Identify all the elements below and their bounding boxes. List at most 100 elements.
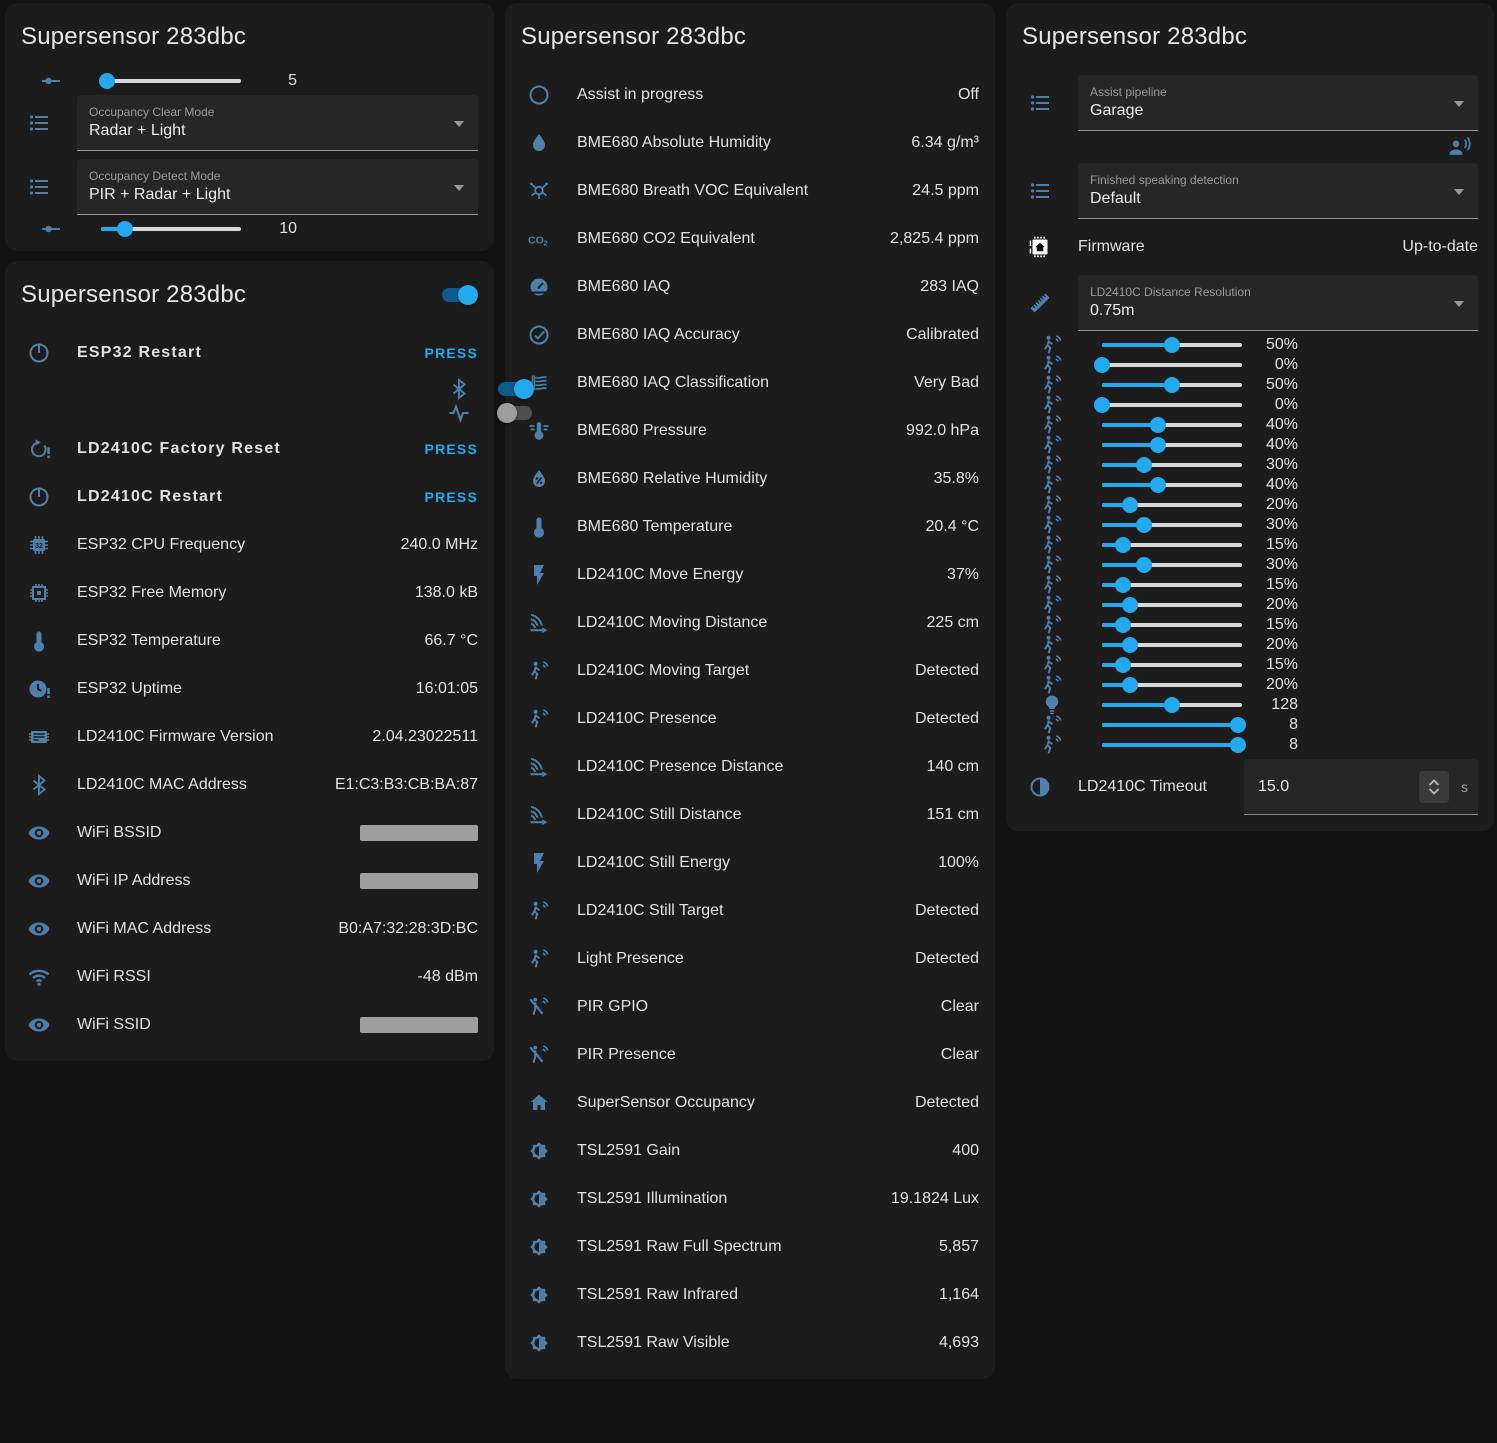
slider[interactable]: [1102, 415, 1242, 435]
toggle-thumb[interactable]: [497, 403, 517, 423]
slider-thumb[interactable]: [1094, 397, 1110, 413]
slider[interactable]: [1102, 595, 1242, 615]
row-ld2410c-gate0-still-thres[interactable]: LD2410C Gate0 Still Thres…0%: [1034, 355, 1174, 375]
row-bme680-iaq-accuracy[interactable]: BME680 IAQ AccuracyCalibrated: [521, 311, 979, 359]
select-field[interactable]: Occupancy Detect ModePIR + Radar + Light: [77, 159, 478, 215]
row-pir-gpio[interactable]: PIR GPIOClear: [521, 983, 979, 1031]
slider[interactable]: [1102, 555, 1242, 575]
slider-thumb[interactable]: [1150, 477, 1166, 493]
row-ld2410c-gate7-still-thres[interactable]: LD2410C Gate7 Still Thres…20%: [1034, 635, 1174, 655]
row-esp32-free-memory[interactable]: ESP32 Free Memory138.0 kB: [21, 569, 478, 617]
row-bme680-iaq-classification[interactable]: BME680 IAQ ClassificationVery Bad: [521, 359, 979, 407]
slider-thumb[interactable]: [1136, 557, 1152, 573]
slider[interactable]: [1102, 635, 1242, 655]
row-ld2410c-restart[interactable]: LD2410C RestartPRESS: [21, 473, 478, 521]
row-ld2410c-gate6-move-thr[interactable]: LD2410C Gate6 Move Thr…15%: [1034, 575, 1174, 595]
slider-track[interactable]: [101, 79, 241, 83]
select-field[interactable]: Occupancy Clear ModeRadar + Light: [77, 95, 478, 151]
row-wifi-rssi[interactable]: WiFi RSSI-48 dBm: [21, 953, 478, 1001]
row-ld2410c-gate1-still-thres[interactable]: LD2410C Gate1 Still Thres…0%: [1034, 395, 1174, 415]
slider-track[interactable]: [1102, 403, 1242, 407]
row-light-presence[interactable]: Light PresenceDetected: [521, 935, 979, 983]
row-ld2410c-gate0-move-thr[interactable]: LD2410C Gate0 Move Thr…50%: [1034, 335, 1174, 355]
slider-thumb[interactable]: [1230, 737, 1246, 753]
row-assist-pipeline[interactable]: Assist pipelineGarage: [1022, 71, 1478, 135]
row-tsl2591-raw-infrared[interactable]: TSL2591 Raw Infrared1,164: [521, 1271, 979, 1319]
row-ld2410c-gate2-still-thres[interactable]: LD2410C Gate2 Still Thres…40%: [1034, 435, 1174, 455]
press-button[interactable]: PRESS: [425, 345, 478, 361]
slider[interactable]: [1102, 375, 1242, 395]
row-pir-presence[interactable]: PIR PresenceClear: [521, 1031, 979, 1079]
row-ld2410c-gate4-still-thres[interactable]: LD2410C Gate4 Still Thres…30%: [1034, 515, 1174, 535]
row-ld2410c-light-threshold[interactable]: LD2410C Light Threshold128: [1034, 695, 1174, 715]
slider[interactable]: [101, 219, 241, 239]
row-pir-hold-time[interactable]: PIR Hold Time10: [33, 219, 173, 239]
slider-track[interactable]: [1102, 363, 1242, 367]
row-ld2410c-gate1-move-thr[interactable]: LD2410C Gate1 Move Thr…50%: [1034, 375, 1174, 395]
press-button[interactable]: PRESS: [425, 441, 478, 457]
slider-thumb[interactable]: [1164, 697, 1180, 713]
slider-thumb[interactable]: [1122, 497, 1138, 513]
row-light-presence-threshold[interactable]: Light Presence Threshold5: [33, 71, 173, 91]
slider-thumb[interactable]: [99, 73, 115, 89]
slider-thumb[interactable]: [1230, 717, 1246, 733]
row-tsl2591-illumination[interactable]: TSL2591 Illumination19.1824 Lux: [521, 1175, 979, 1223]
slider[interactable]: [1102, 675, 1242, 695]
row-wifi-ip-address[interactable]: WiFi IP Address: [21, 857, 478, 905]
row-esp32-temperature[interactable]: ESP32 Temperature66.7 °C: [21, 617, 478, 665]
row-firmware[interactable]: FirmwareUp-to-date: [1022, 223, 1478, 271]
row-ld2410c-presence-distance[interactable]: LD2410C Presence Distance140 cm: [521, 743, 979, 791]
slider-thumb[interactable]: [1115, 657, 1131, 673]
slider[interactable]: [1102, 495, 1242, 515]
row-ld2410c-engineering-mode[interactable]: LD2410C Engineering Mode: [441, 401, 478, 425]
row-tsl2591-raw-visible[interactable]: TSL2591 Raw Visible4,693: [521, 1319, 979, 1367]
row-ld2410c-gate3-still-thres[interactable]: LD2410C Gate3 Still Thres…40%: [1034, 475, 1174, 495]
slider-thumb[interactable]: [117, 221, 133, 237]
slider[interactable]: [1102, 515, 1242, 535]
row-ld2410c-presence[interactable]: LD2410C PresenceDetected: [521, 695, 979, 743]
row-esp32-restart[interactable]: ESP32 RestartPRESS: [21, 329, 478, 377]
slider-thumb[interactable]: [1115, 537, 1131, 553]
row-tsl2591-gain[interactable]: TSL2591 Gain400: [521, 1127, 979, 1175]
row-ld2410c-bluetooth[interactable]: LD2410C Bluetooth: [441, 377, 478, 401]
slider[interactable]: [101, 71, 241, 91]
slider[interactable]: [1102, 475, 1242, 495]
slider-thumb[interactable]: [1136, 517, 1152, 533]
row-bme680-breath-voc-equivalent[interactable]: BME680 Breath VOC Equivalent24.5 ppm: [521, 167, 979, 215]
slider[interactable]: [1102, 335, 1242, 355]
row-supersensor-occupancy[interactable]: SuperSensor OccupancyDetected: [521, 1079, 979, 1127]
row-ld2410c-still-distance[interactable]: LD2410C Still Distance151 cm: [521, 791, 979, 839]
slider[interactable]: [1102, 715, 1242, 735]
slider-thumb[interactable]: [1150, 417, 1166, 433]
row-occupancy-detect-mode[interactable]: Occupancy Detect ModePIR + Radar + Light: [21, 155, 478, 219]
row-ld2410c-gate5-move-thr[interactable]: LD2410C Gate5 Move Thr…15%: [1034, 535, 1174, 555]
row-ld2410c-mac-address[interactable]: LD2410C MAC AddressE1:C3:B3:CB:BA:87: [21, 761, 478, 809]
stepper-icon[interactable]: [1419, 771, 1449, 803]
slider-thumb[interactable]: [1164, 377, 1180, 393]
row-finished-speaking-detection[interactable]: Finished speaking detectionDefault: [1022, 159, 1478, 223]
number-input[interactable]: 15.0s: [1244, 759, 1478, 815]
device-enabled-toggle[interactable]: [441, 283, 478, 307]
row-esp32-uptime[interactable]: ESP32 Uptime16:01:05: [21, 665, 478, 713]
slider-thumb[interactable]: [1115, 577, 1131, 593]
row-ld2410c-gate4-move-thr[interactable]: LD2410C Gate4 Move Thr…20%: [1034, 495, 1174, 515]
row-ld2410c-distance-resolution[interactable]: LD2410C Distance Resolution0.75m: [1022, 271, 1478, 335]
row-bme680-pressure[interactable]: BME680 Pressure992.0 hPa: [521, 407, 979, 455]
slider[interactable]: [1102, 455, 1242, 475]
row-ld2410c-timeout[interactable]: LD2410C Timeout15.0s: [1022, 755, 1478, 819]
row-bme680-temperature[interactable]: BME680 Temperature20.4 °C: [521, 503, 979, 551]
row-bme680-iaq[interactable]: BME680 IAQ283 IAQ: [521, 263, 979, 311]
row-ld2410c-gate2-move-thr[interactable]: LD2410C Gate2 Move Thr…40%: [1034, 415, 1174, 435]
row-esp32-cpu-frequency[interactable]: 32ESP32 CPU Frequency240.0 MHz: [21, 521, 478, 569]
slider[interactable]: [1102, 435, 1242, 455]
slider[interactable]: [1102, 355, 1242, 375]
slider[interactable]: [1102, 695, 1242, 715]
toggle-thumb[interactable]: [514, 379, 534, 399]
row-ld2410c-moving-target[interactable]: LD2410C Moving TargetDetected: [521, 647, 979, 695]
slider[interactable]: [1102, 575, 1242, 595]
select-field[interactable]: Assist pipelineGarage: [1078, 75, 1478, 131]
row-occupancy-clear-mode[interactable]: Occupancy Clear ModeRadar + Light: [21, 91, 478, 155]
slider[interactable]: [1102, 735, 1242, 755]
slider-thumb[interactable]: [1136, 457, 1152, 473]
row-ld2410c-moving-distance[interactable]: LD2410C Moving Distance225 cm: [521, 599, 979, 647]
